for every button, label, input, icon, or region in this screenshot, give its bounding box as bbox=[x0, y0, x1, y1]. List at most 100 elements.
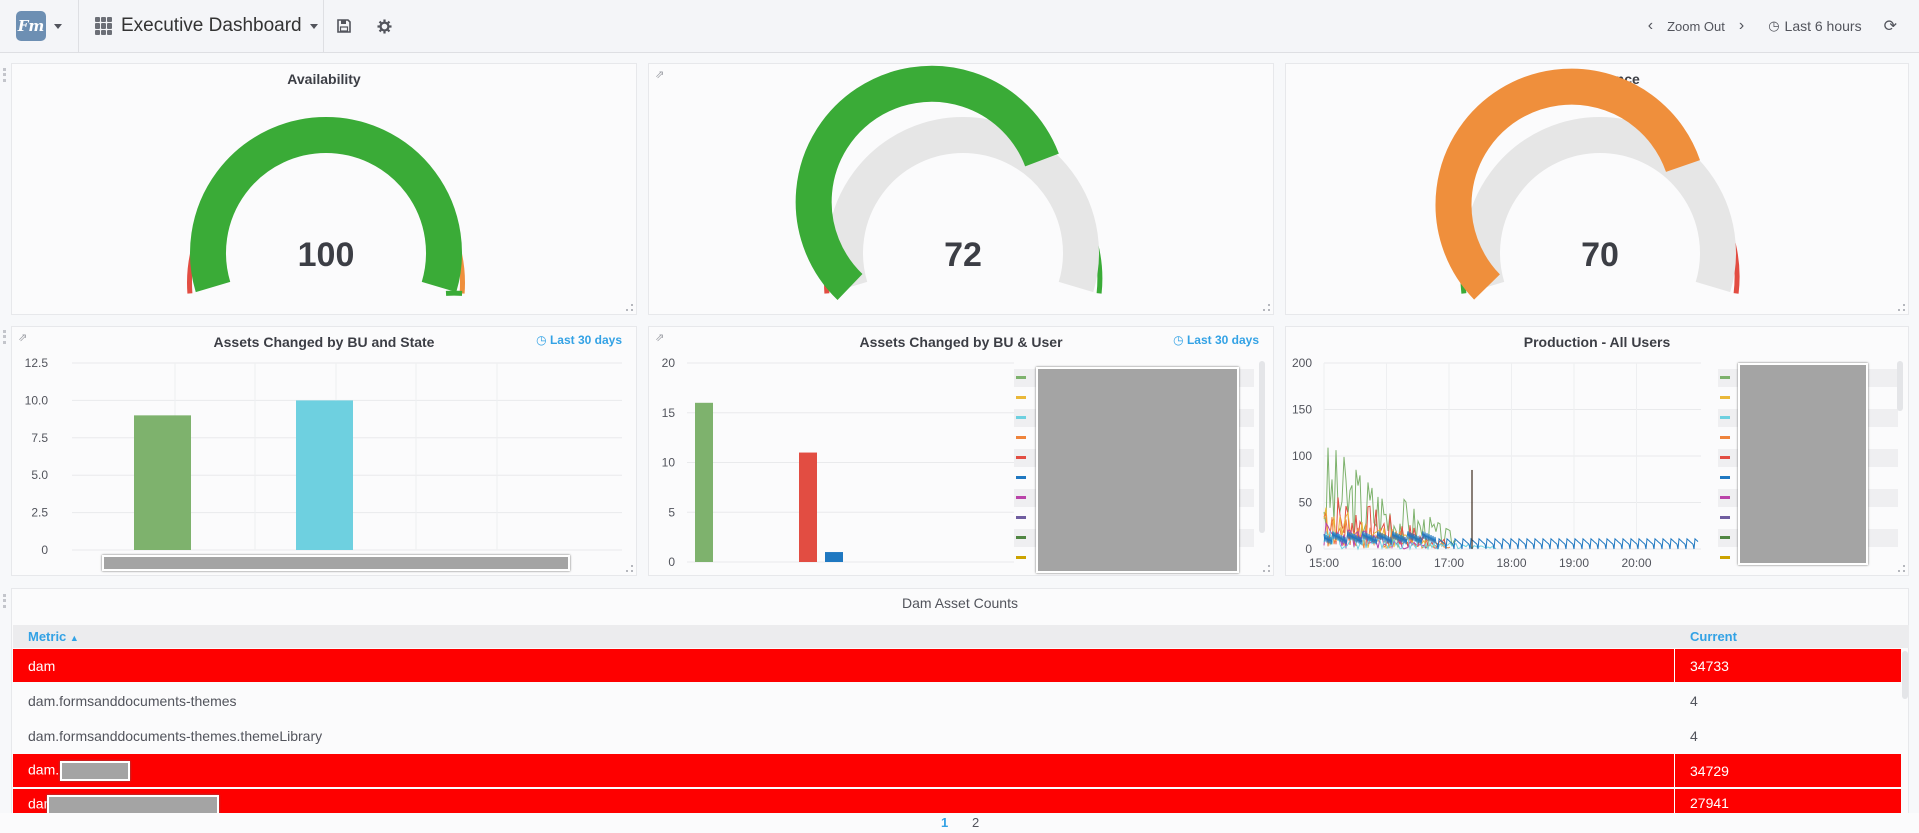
legend-swatch bbox=[1720, 556, 1730, 559]
bu-state-panel: ⇗ Assets Changed by BU and State ◷ Last … bbox=[11, 326, 637, 576]
legend-swatch bbox=[1720, 416, 1730, 419]
x-tick-label: 17:00 bbox=[1434, 556, 1464, 570]
y-tick-label: 200 bbox=[1292, 356, 1312, 370]
clock-icon: ◷ bbox=[1173, 333, 1187, 347]
current-cell: 27941 bbox=[1690, 795, 1729, 811]
y-tick-label: 7.5 bbox=[31, 431, 48, 445]
legend-swatch bbox=[1016, 556, 1026, 559]
resize-handle[interactable] bbox=[626, 304, 633, 311]
gauge-value: 100 bbox=[298, 236, 355, 274]
legend-swatch bbox=[1720, 376, 1730, 379]
current-cell: 4 bbox=[1690, 727, 1698, 744]
time-override-label: Last 30 days bbox=[1186, 333, 1259, 347]
current-cell: 34733 bbox=[1690, 657, 1729, 674]
current-cell: 34729 bbox=[1690, 762, 1729, 779]
metric-cell: dam.formsanddocuments-themes bbox=[28, 692, 237, 709]
dashboard-title: Executive Dashboard bbox=[121, 15, 302, 36]
resize-handle[interactable] bbox=[626, 565, 633, 572]
zoom-out-button[interactable]: Zoom Out bbox=[1667, 19, 1725, 34]
y-tick-label: 5 bbox=[668, 505, 675, 519]
table-scrollbar[interactable] bbox=[1902, 651, 1908, 699]
row-drag-handle[interactable] bbox=[3, 330, 6, 344]
x-tick-label: 18:00 bbox=[1496, 556, 1526, 570]
x-tick-label: 20:00 bbox=[1621, 556, 1651, 570]
metric-header-label: Metric bbox=[28, 629, 67, 644]
bar bbox=[825, 552, 843, 562]
legend-swatch bbox=[1016, 476, 1026, 479]
clock-icon: ◷ bbox=[1768, 18, 1780, 33]
y-tick-label: 5.0 bbox=[31, 468, 48, 482]
resize-handle[interactable] bbox=[1898, 565, 1905, 572]
resize-handle[interactable] bbox=[1263, 565, 1270, 572]
bu-user-panel: ⇗ Assets Changed by BU & User ◷ Last 30 … bbox=[648, 326, 1274, 576]
y-tick-label: 20 bbox=[662, 356, 676, 370]
y-tick-label: 15 bbox=[662, 406, 676, 420]
legend-scrollbar[interactable] bbox=[1259, 361, 1265, 533]
gauge-value: 70 bbox=[1581, 236, 1619, 274]
settings-button[interactable] bbox=[364, 0, 404, 52]
row-drag-handle[interactable] bbox=[3, 594, 6, 608]
table-header: Metric ▲ Current bbox=[13, 625, 1909, 648]
table-row: dam 34733 bbox=[13, 649, 1901, 682]
save-icon bbox=[337, 19, 351, 33]
legend-swatch bbox=[1016, 376, 1026, 379]
legend-scrollbar[interactable] bbox=[1897, 361, 1903, 411]
refresh-icon[interactable]: ⟳ bbox=[1884, 16, 1897, 36]
logo-menu[interactable]: Fm bbox=[0, 0, 79, 52]
save-button[interactable] bbox=[324, 0, 364, 52]
time-range-picker[interactable]: Last 6 hours bbox=[1785, 18, 1862, 34]
redacted-text bbox=[60, 760, 131, 781]
metric-text: dam. bbox=[28, 761, 60, 778]
y-tick-label: 10 bbox=[662, 456, 676, 470]
time-override-tag: ◷ Last 30 days bbox=[1173, 333, 1259, 347]
x-tick-label: 15:00 bbox=[1309, 556, 1339, 570]
legend-swatch bbox=[1016, 396, 1026, 399]
performance-gauge: 70 bbox=[1435, 68, 1740, 300]
legend-swatch bbox=[1720, 536, 1730, 539]
bar bbox=[799, 452, 817, 562]
table-row: dam.formsanddocuments-themes.themeLibrar… bbox=[13, 719, 1901, 752]
y-tick-label: 12.5 bbox=[25, 356, 49, 370]
availability-panel: Availability 100 bbox=[11, 63, 637, 315]
legend-swatch bbox=[1016, 496, 1026, 499]
dashboard-picker[interactable]: Executive Dashboard bbox=[79, 0, 324, 52]
legend-swatch bbox=[1720, 456, 1730, 459]
legend-swatch bbox=[1720, 476, 1730, 479]
redacted-text bbox=[47, 795, 220, 813]
current-column-header[interactable]: Current bbox=[1690, 629, 1737, 644]
app-logo-icon: Fm bbox=[16, 11, 46, 41]
resize-handle[interactable] bbox=[1898, 304, 1905, 311]
redacted-legend-names bbox=[1738, 363, 1868, 565]
legend-swatch bbox=[1720, 436, 1730, 439]
dashboard-grid-icon bbox=[95, 17, 113, 35]
bar bbox=[134, 415, 191, 550]
health-panel: ⇗ Health 72 bbox=[648, 63, 1274, 315]
metric-cell: dam. bbox=[28, 760, 131, 781]
resize-handle[interactable] bbox=[1263, 304, 1270, 311]
y-tick-label: 10.0 bbox=[25, 393, 49, 407]
production-panel: Production - All Users 200 150 100 50 0 15:00… bbox=[1285, 326, 1909, 576]
metric-cell: dam bbox=[28, 795, 220, 813]
legend-swatch bbox=[1016, 516, 1026, 519]
metric-column-header[interactable]: Metric ▲ bbox=[28, 629, 79, 644]
x-tick-label: 19:00 bbox=[1559, 556, 1589, 570]
redacted-legend-names bbox=[1036, 367, 1239, 573]
metric-cell: dam.formsanddocuments-themes.themeLibrar… bbox=[28, 727, 323, 744]
y-tick-label: 0 bbox=[41, 543, 48, 557]
legend-swatch bbox=[1720, 516, 1730, 519]
legend-swatch bbox=[1016, 536, 1026, 539]
health-gauge: 72 bbox=[795, 65, 1103, 300]
bar bbox=[296, 400, 353, 550]
top-navbar: Fm Executive Dashboard ‹ Zoom Out › ◷ La… bbox=[0, 0, 1919, 53]
y-tick-label: 100 bbox=[1292, 449, 1312, 463]
chevron-right-icon[interactable]: › bbox=[1739, 17, 1744, 35]
page-2-link[interactable]: 2 bbox=[972, 815, 979, 830]
table-row: dam.formsanddocuments-themes 4 bbox=[13, 684, 1901, 717]
table-row: dam 27941 bbox=[13, 789, 1901, 813]
legend-swatch bbox=[1016, 456, 1026, 459]
row-drag-handle[interactable] bbox=[3, 68, 6, 82]
pagination: 1 2 bbox=[0, 813, 1919, 833]
y-tick-label: 150 bbox=[1292, 403, 1312, 417]
chevron-left-icon[interactable]: ‹ bbox=[1648, 17, 1653, 35]
page-1-link[interactable]: 1 bbox=[941, 815, 948, 830]
